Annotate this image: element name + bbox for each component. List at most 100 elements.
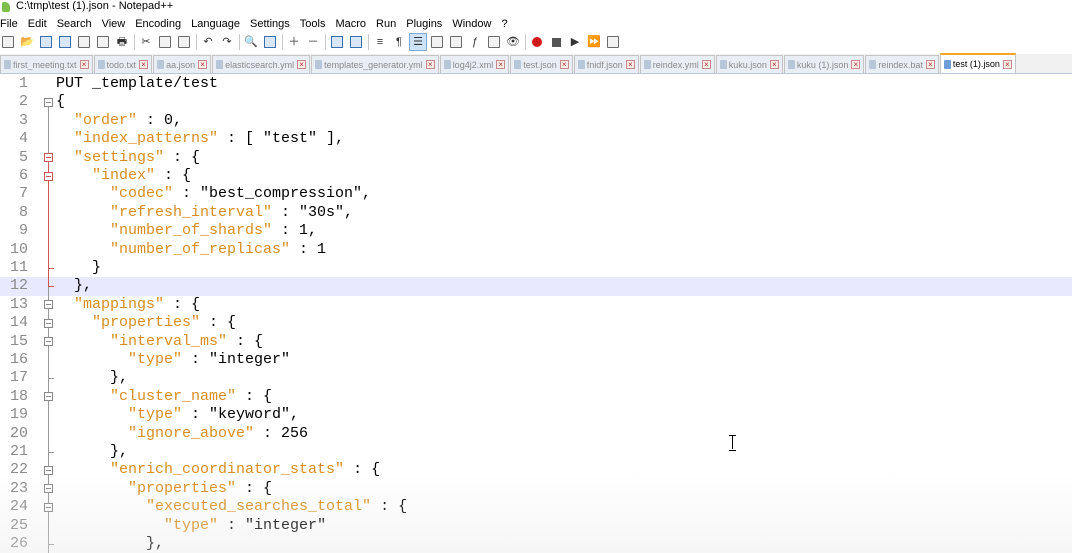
save-icon[interactable]: [38, 34, 54, 50]
close-tab-icon[interactable]: ×: [769, 60, 779, 69]
fold-toggle-icon[interactable]: [44, 465, 53, 475]
close-tab-icon[interactable]: ×: [139, 60, 149, 69]
menu-help[interactable]: ?: [496, 15, 512, 33]
close-tab-icon[interactable]: ×: [625, 60, 635, 69]
word-wrap-icon[interactable]: ≡: [372, 34, 388, 50]
code-line[interactable]: 23 "properties" : {: [0, 480, 1072, 498]
code-line[interactable]: 9 "number_of_shards" : 1,: [0, 222, 1072, 240]
code-line[interactable]: 17 },: [0, 369, 1072, 387]
document-tab[interactable]: elasticsearch.yml ×: [212, 55, 311, 73]
menu-edit[interactable]: Edit: [23, 15, 52, 33]
close-all-icon[interactable]: [95, 34, 111, 50]
fold-toggle-icon[interactable]: [44, 392, 53, 402]
record-macro-icon[interactable]: [529, 34, 545, 50]
undo-icon[interactable]: ↶: [200, 34, 216, 50]
code-line[interactable]: 25 "type" : "integer": [0, 517, 1072, 535]
code-line[interactable]: 26 },: [0, 535, 1072, 553]
code-line[interactable]: 19 "type" : "keyword",: [0, 406, 1072, 424]
document-tab[interactable]: kuku (1).json ×: [783, 55, 865, 73]
fold-toggle-icon[interactable]: [44, 484, 53, 494]
close-tab-icon[interactable]: ×: [559, 60, 569, 69]
save-all-icon[interactable]: [57, 34, 73, 50]
code-line[interactable]: 7 "codec" : "best_compression",: [0, 185, 1072, 203]
code-line[interactable]: 5 "settings" : {: [0, 149, 1072, 167]
cut-icon[interactable]: ✂: [138, 34, 154, 50]
udl-icon[interactable]: [429, 34, 445, 50]
fold-toggle-icon[interactable]: [44, 337, 53, 347]
code-line[interactable]: 24 "executed_searches_total" : {: [0, 498, 1072, 516]
replace-icon[interactable]: [262, 34, 278, 50]
code-line[interactable]: 15 "interval_ms" : {: [0, 333, 1072, 351]
menu-window[interactable]: Window: [447, 15, 496, 33]
monitoring-icon[interactable]: 👁: [505, 34, 521, 50]
print-icon[interactable]: 🖶: [114, 34, 130, 50]
document-tab[interactable]: log4j2.xml ×: [439, 55, 510, 73]
code-line[interactable]: 10 "number_of_replicas" : 1: [0, 241, 1072, 259]
code-line[interactable]: 2{: [0, 93, 1072, 111]
close-icon[interactable]: [76, 34, 92, 50]
new-file-icon[interactable]: [0, 34, 16, 50]
fold-toggle-icon[interactable]: [44, 300, 53, 310]
zoom-out-icon[interactable]: －: [305, 34, 321, 50]
menu-tools[interactable]: Tools: [295, 15, 331, 33]
code-line[interactable]: 22 "enrich_coordinator_stats" : {: [0, 461, 1072, 479]
code-line[interactable]: 20 "ignore_above" : 256: [0, 425, 1072, 443]
menu-file[interactable]: File: [0, 15, 23, 33]
code-line[interactable]: 6 "index" : {: [0, 167, 1072, 185]
save-macro-icon[interactable]: [605, 34, 621, 50]
document-tab[interactable]: reindex.yml ×: [639, 55, 715, 73]
fold-toggle-icon[interactable]: [44, 502, 53, 512]
sync-vertical-icon[interactable]: [329, 34, 345, 50]
document-tab[interactable]: templates_generator.yml ×: [311, 55, 439, 73]
close-tab-icon[interactable]: ×: [851, 60, 861, 69]
folder-as-workspace-icon[interactable]: [486, 34, 502, 50]
code-line[interactable]: 21 },: [0, 443, 1072, 461]
document-tab[interactable]: first_meeting.txt ×: [0, 55, 93, 73]
code-line[interactable]: 16 "type" : "integer": [0, 351, 1072, 369]
show-all-characters-icon[interactable]: ¶: [391, 34, 407, 50]
menu-macro[interactable]: Macro: [330, 15, 371, 33]
close-tab-icon[interactable]: ×: [425, 60, 435, 69]
code-line[interactable]: 12 },: [0, 277, 1072, 296]
find-icon[interactable]: 🔍: [243, 34, 259, 50]
code-line[interactable]: 8 "refresh_interval" : "30s",: [0, 204, 1072, 222]
document-tab[interactable]: reindex.bat ×: [865, 55, 939, 73]
indent-guide-icon[interactable]: ☰: [409, 33, 427, 51]
document-tab[interactable]: fnidf.json ×: [573, 55, 639, 73]
document-tab[interactable]: todo.txt ×: [93, 55, 153, 73]
document-tab[interactable]: aa.json ×: [153, 55, 212, 73]
fold-toggle-icon[interactable]: [44, 171, 53, 181]
menu-plugins[interactable]: Plugins: [401, 15, 447, 33]
document-tab[interactable]: kuku.json ×: [715, 55, 783, 73]
code-line[interactable]: 11 }: [0, 259, 1072, 277]
document-tab[interactable]: test (1).json ×: [939, 53, 1016, 73]
menu-view[interactable]: View: [97, 15, 131, 33]
code-line[interactable]: 4 "index_patterns" : [ "test" ],: [0, 130, 1072, 148]
code-line[interactable]: 1 PUT _template/test: [0, 75, 1072, 93]
close-tab-icon[interactable]: ×: [198, 60, 208, 69]
fold-toggle-icon[interactable]: [44, 153, 53, 163]
code-line[interactable]: 3 "order" : 0,: [0, 112, 1072, 130]
paste-icon[interactable]: [176, 34, 192, 50]
menu-encoding[interactable]: Encoding: [130, 15, 186, 33]
code-line[interactable]: 13 "mappings" : {: [0, 296, 1072, 314]
open-file-icon[interactable]: 📂: [19, 34, 35, 50]
run-macro-multiple-icon[interactable]: ⏩: [586, 34, 602, 50]
play-macro-icon[interactable]: ▶: [567, 34, 583, 50]
close-tab-icon[interactable]: ×: [297, 60, 307, 69]
function-list-icon[interactable]: ƒ: [467, 34, 483, 50]
doc-map-icon[interactable]: [448, 34, 464, 50]
zoom-in-icon[interactable]: ＋: [286, 34, 302, 50]
close-tab-icon[interactable]: ×: [701, 60, 711, 69]
menu-settings[interactable]: Settings: [245, 15, 295, 33]
fold-toggle-icon[interactable]: [44, 318, 53, 328]
code-line[interactable]: 14 "properties" : {: [0, 314, 1072, 332]
stop-macro-icon[interactable]: [548, 34, 564, 50]
close-tab-icon[interactable]: ×: [79, 60, 89, 69]
code-editor[interactable]: 1 PUT _template/test 2{3 "order" : 0, 4 "in…: [0, 75, 1072, 553]
redo-icon[interactable]: ↷: [219, 34, 235, 50]
copy-icon[interactable]: [157, 34, 173, 50]
code-line[interactable]: 18 "cluster_name" : {: [0, 388, 1072, 406]
menu-language[interactable]: Language: [186, 15, 245, 33]
close-tab-icon[interactable]: ×: [496, 60, 506, 69]
